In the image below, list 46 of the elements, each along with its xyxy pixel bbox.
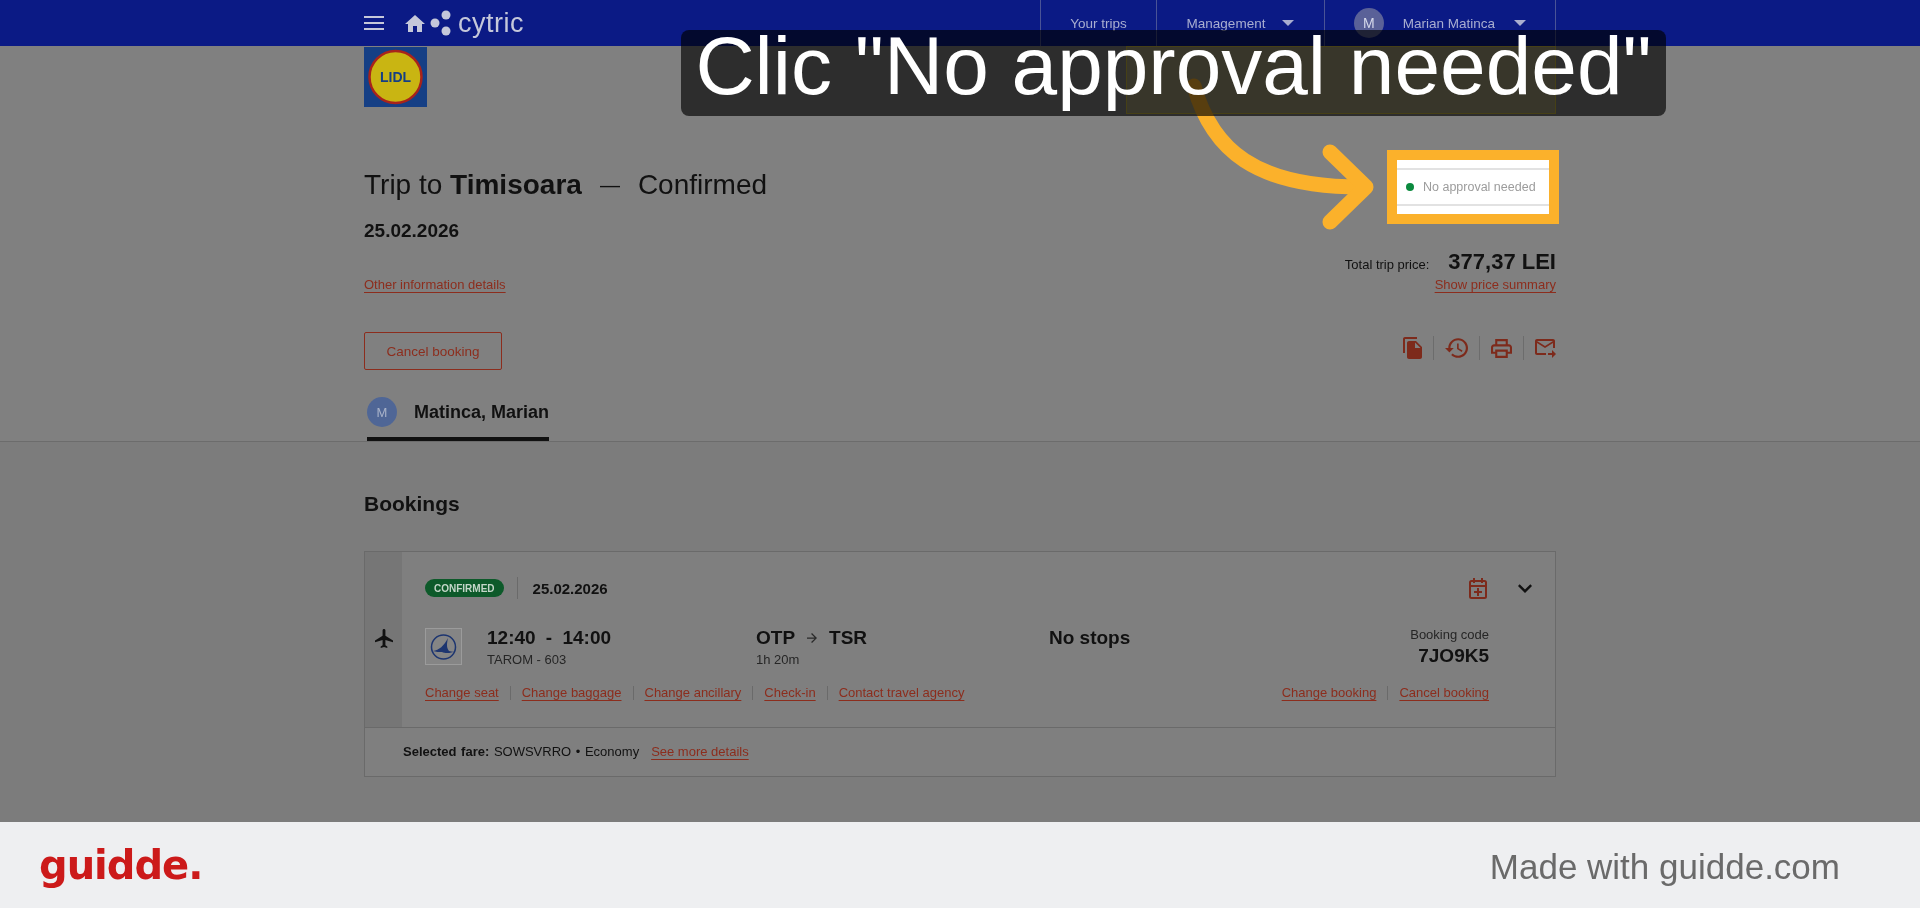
section-heading: Bookings <box>364 491 461 517</box>
chevron-down-icon[interactable] <box>1518 583 1532 593</box>
trip-date: 25.02.2026 <box>364 219 460 242</box>
fare-info: Selected fare: SOWSVRRO • Economy <box>403 744 640 760</box>
origin-code: OTP <box>756 627 796 649</box>
menu-icon[interactable] <box>364 16 384 30</box>
flight-times: 12:40 - 14:00 <box>487 627 613 649</box>
status-dot-icon <box>1406 183 1414 191</box>
status-badge: CONFIRMED <box>425 579 504 597</box>
flight-number: TAROM - 603 <box>487 652 568 668</box>
booking-code-label: Booking code <box>1410 627 1489 643</box>
flight-duration: 1h 20m <box>756 652 801 668</box>
airplane-icon <box>374 629 393 648</box>
trip-title: Trip to Timisoara <box>364 168 582 202</box>
details-link[interactable]: Other information details <box>364 277 506 293</box>
guidde-logo: guidde. <box>39 842 203 888</box>
title-separator: — <box>599 173 620 198</box>
action-link[interactable]: Change ancillary <box>644 685 742 701</box>
brand-name: cytric <box>458 8 524 38</box>
caret-icon[interactable] <box>1282 20 1295 26</box>
user-avatar: M <box>1353 8 1384 38</box>
price-amount: 377,37 LEI <box>1448 249 1556 275</box>
action-link[interactable]: Change seat <box>425 685 499 701</box>
trip-status: Confirmed <box>637 168 768 202</box>
fare-details-link[interactable]: See more details <box>651 744 749 760</box>
destination-code: TSR <box>829 627 868 649</box>
booking-code: 7JO9K5 <box>1418 645 1489 667</box>
approval-status[interactable]: No approval needed <box>1397 160 1549 214</box>
caret-icon[interactable] <box>1514 20 1527 26</box>
traveler-avatar: M <box>367 397 397 427</box>
arrow-right-icon <box>807 633 818 643</box>
instruction-tooltip: Clic "No approval needed" <box>681 30 1666 116</box>
booking-date: 25.02.2026 <box>532 579 608 597</box>
price-label: Total trip price: <box>1344 257 1430 272</box>
home-icon[interactable] <box>405 14 425 32</box>
footer-tagline: Made with guidde.com <box>1489 847 1840 887</box>
cancel-booking-button[interactable]: Cancel booking <box>364 332 502 370</box>
action-link[interactable]: Check-in <box>764 685 816 701</box>
stops-info: No stops <box>1049 627 1131 649</box>
action-link[interactable]: Change baggage <box>521 685 622 701</box>
company-logo: LIDL <box>364 47 427 107</box>
action-link[interactable]: Cancel booking <box>1399 685 1489 701</box>
action-link[interactable]: Contact travel agency <box>838 685 965 701</box>
airline-logo-icon <box>425 628 462 665</box>
price-summary-link[interactable]: Show price summary <box>1434 277 1556 293</box>
action-link[interactable]: Change booking <box>1281 685 1377 701</box>
